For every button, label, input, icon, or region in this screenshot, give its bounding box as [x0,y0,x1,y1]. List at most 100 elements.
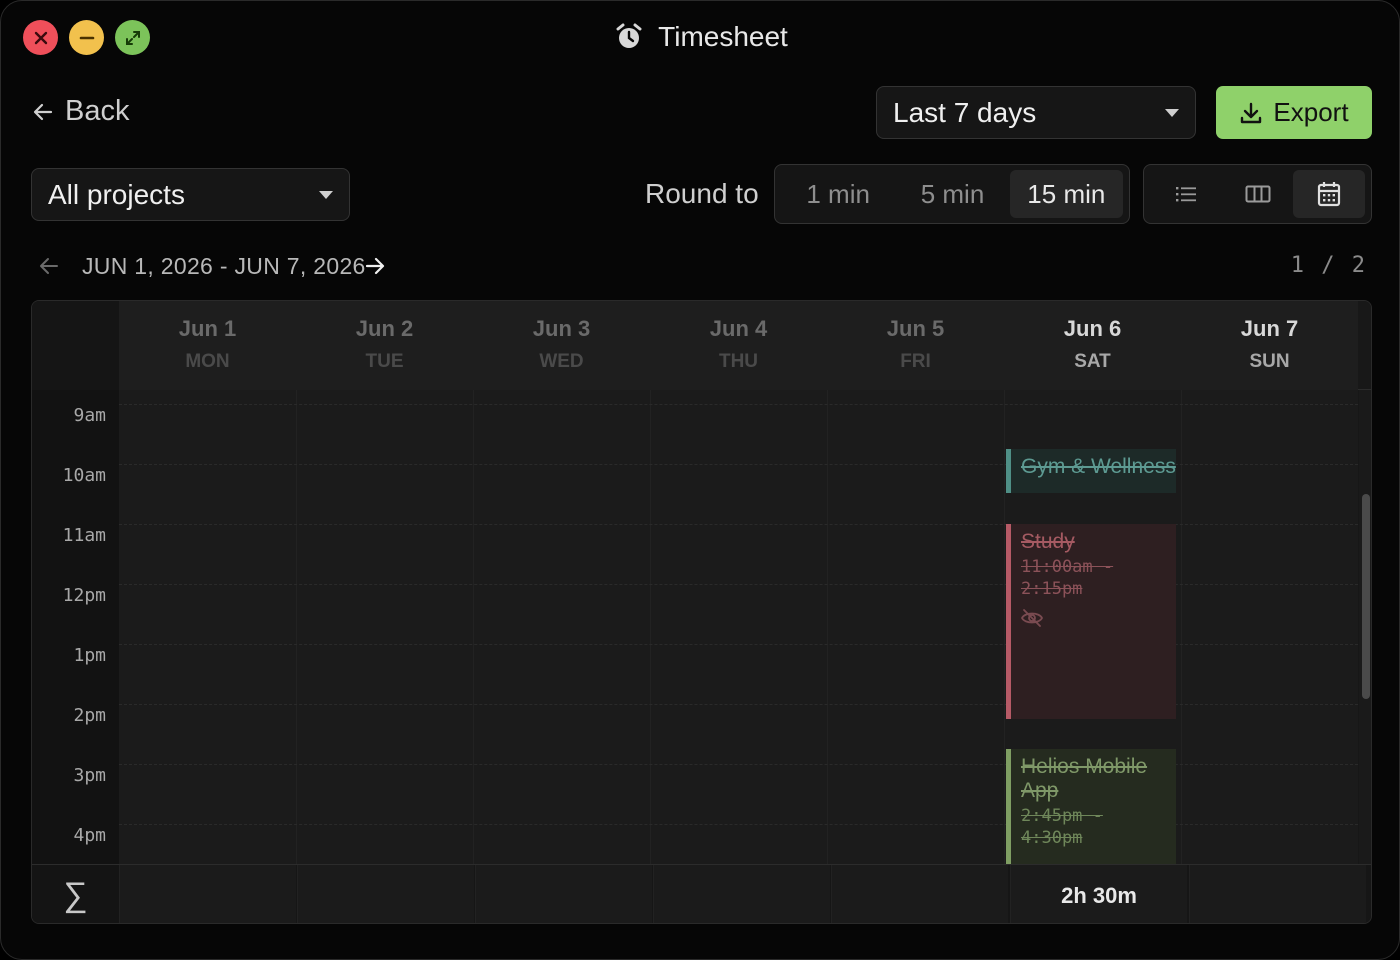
round-option-15min[interactable]: 15 min [1009,170,1123,218]
download-icon [1241,102,1262,123]
event-title: Study [1021,530,1075,553]
export-label: Export [1273,97,1349,127]
event-time-start: 2:45pm - [1021,806,1103,826]
page-total: 2 [1351,253,1367,278]
day-header-mon[interactable]: Jun 1 MON [119,301,296,390]
day-total [119,865,296,923]
day-total [297,865,474,923]
caret-down-icon [1165,108,1179,117]
day-weekday: TUE [365,351,404,372]
day-total [831,865,1008,923]
time-label: 10am [62,465,106,486]
day-date: Jun 2 [355,316,414,341]
view-mode-segmented-control [1143,164,1372,224]
time-label: 9am [73,405,106,426]
day-header-sat[interactable]: Jun 6 SAT [1004,301,1181,390]
column-divider [1004,390,1005,865]
event-study[interactable]: Study 11:00am - 2:15pm [1006,524,1176,719]
day-weekday: FRI [900,351,931,372]
column-divider [1181,390,1182,865]
calendar-header: Jun 1 MON Jun 2 TUE Jun 3 WED Jun 4 THU … [32,301,1371,390]
timesheet-window: Timesheet Back Last 7 days Export All pr… [0,0,1400,960]
page-separator: / [1321,253,1337,278]
hour-gridline [119,404,1358,405]
scrollbar-thumb[interactable] [1362,494,1370,699]
day-total: 2h 30m [1010,865,1187,923]
totals-row: ∑ 2h 30m [32,864,1371,923]
arrow-right-icon [365,257,385,275]
round-option-1min[interactable]: 1 min [781,170,895,218]
date-range-select[interactable]: Last 7 days [876,86,1196,139]
event-title: Helios Mobile App [1021,755,1148,802]
date-range-select-value: Last 7 days [893,96,1037,128]
project-select[interactable]: All projects [31,168,350,221]
back-button[interactable]: Back [31,95,129,128]
export-button[interactable]: Export [1216,86,1372,139]
time-label: 12pm [62,585,106,606]
day-header-fri[interactable]: Jun 5 FRI [827,301,1004,390]
time-label: 1pm [73,645,106,666]
eye-off-icon [1020,608,1176,633]
calendar-scrollbar[interactable] [1359,390,1371,865]
day-date: Jun 5 [886,316,945,341]
event-gym-wellness[interactable]: Gym & Wellness [1006,449,1176,493]
time-label: 2pm [73,705,106,726]
window-title-text: Timesheet [658,21,788,52]
next-range-button[interactable] [363,254,387,283]
calendar-icon [1318,182,1341,207]
time-gutter [32,390,119,865]
caret-down-icon [319,190,333,199]
day-date: Jun 7 [1240,316,1299,341]
day-total [475,865,652,923]
date-range-text: JUN 1, 2026 - JUN 7, 2026 [82,253,366,279]
day-date: Jun 4 [709,316,768,341]
calendar-grid[interactable]: 9am 10am 11am 12pm 1pm 2pm 3pm 4pm Gym &… [32,390,1358,865]
day-header-thu[interactable]: Jun 4 THU [650,301,827,390]
day-date: Jun 3 [532,316,591,341]
columns-view-button[interactable] [1222,170,1294,218]
day-date: Jun 6 [1063,316,1122,341]
day-weekday: SAT [1074,351,1111,372]
day-weekday: THU [718,351,759,372]
calendar-view-button[interactable] [1293,170,1366,218]
previous-range-button[interactable] [37,254,61,283]
event-time-end: 2:15pm [1021,579,1083,599]
column-divider [650,390,651,865]
time-label: 4pm [73,825,106,846]
event-time-end: 4:30pm [1021,828,1083,848]
day-header-sun[interactable]: Jun 7 SUN [1181,301,1358,390]
day-total [653,865,830,923]
window-title: Timesheet [1,21,1399,53]
column-divider [473,390,474,865]
arrow-left-icon [40,258,58,274]
round-to-label: Round to [645,178,759,209]
round-to-segmented-control: 1 min 5 min 15 min [774,164,1130,224]
page-current: 1 [1290,253,1306,278]
event-helios-mobile-app[interactable]: Helios Mobile App 2:45pm - 4:30pm [1006,749,1176,865]
day-weekday: WED [539,351,584,372]
arrow-left-icon [33,103,53,120]
day-header-wed[interactable]: Jun 3 WED [473,301,650,390]
list-icon [1175,187,1196,202]
column-divider [296,390,297,865]
sum-icon: ∑ [32,865,119,923]
time-label: 11am [62,525,106,546]
project-select-value: All projects [48,178,185,210]
day-total [1189,865,1366,923]
round-option-5min[interactable]: 5 min [895,170,1009,218]
week-calendar: Jun 1 MON Jun 2 TUE Jun 3 WED Jun 4 THU … [31,300,1372,924]
alarm-clock-icon [616,23,642,48]
back-label: Back [65,95,130,127]
day-weekday: SUN [1249,351,1290,372]
list-view-button[interactable] [1150,170,1222,218]
columns-icon [1245,185,1270,203]
day-date: Jun 1 [178,316,237,341]
column-divider [827,390,828,865]
time-label: 3pm [73,765,106,786]
day-weekday: MON [185,351,230,372]
day-header-tue[interactable]: Jun 2 TUE [296,301,473,390]
header-gutter [32,301,119,390]
event-time-start: 11:00am - [1021,557,1114,577]
pagination-indicator: 1 / 2 [1291,253,1367,278]
event-title: Gym & Wellness [1021,455,1176,478]
